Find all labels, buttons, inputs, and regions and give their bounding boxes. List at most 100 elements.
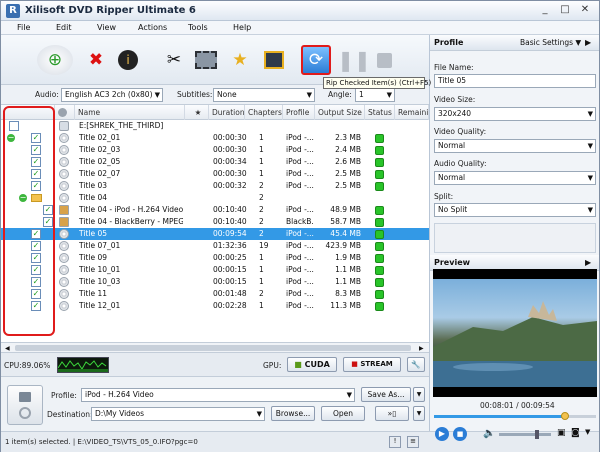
menu-actions[interactable]: Actions bbox=[138, 23, 167, 32]
status-ok-icon bbox=[375, 302, 384, 311]
save-as-dropdown[interactable]: ▼ bbox=[413, 387, 425, 402]
output-mode-dropdown[interactable]: ▼ bbox=[413, 406, 425, 421]
expand-panel-icon[interactable]: ▶ bbox=[585, 35, 591, 51]
play-button[interactable]: ▶ bbox=[435, 427, 449, 441]
pause-button[interactable]: ❚❚ bbox=[337, 45, 371, 75]
stop-button[interactable] bbox=[369, 45, 399, 75]
video-size-label: Video Size: bbox=[434, 95, 476, 104]
seek-handle[interactable] bbox=[561, 412, 569, 420]
audio-quality-select[interactable]: Normal ▼ bbox=[434, 171, 596, 185]
basic-settings-label: Basic Settings bbox=[520, 38, 574, 47]
wrench-icon: 🔧 bbox=[411, 360, 421, 369]
effects-button[interactable] bbox=[191, 45, 221, 75]
seek-bar[interactable] bbox=[434, 415, 596, 418]
table-row[interactable]: ✓ Title 09 00:00:25 1 iPod -... 1.9 MB bbox=[1, 252, 429, 264]
angle-select[interactable]: 1 ▼ bbox=[355, 88, 395, 102]
table-row[interactable]: ✓ Title 02_03 00:00:30 1 iPod -... 2.4 MB bbox=[1, 144, 429, 156]
subtitles-select[interactable]: None ▼ bbox=[213, 88, 315, 102]
row-profile: iPod -... bbox=[286, 145, 314, 154]
maximize-button[interactable]: □ bbox=[557, 4, 573, 17]
clip-button[interactable]: ✂ bbox=[159, 45, 189, 75]
table-row[interactable]: ✓ Title 02_05 00:00:34 1 iPod -... 2.6 MB bbox=[1, 156, 429, 168]
stop-preview-button[interactable]: ■ bbox=[453, 427, 467, 441]
browse-button[interactable]: Browse... bbox=[271, 406, 315, 421]
table-row[interactable]: ✓ Title 02_01 00:00:30 1 iPod -... 2.3 MB bbox=[1, 132, 429, 144]
table-row[interactable]: ✓ Title 12_01 00:02:28 1 iPod -... 11.3 MB bbox=[1, 300, 429, 312]
row-chapters: 1 bbox=[259, 301, 264, 310]
menu-edit[interactable]: Edit bbox=[56, 23, 72, 32]
table-row[interactable]: ✓Title 04 - BlackBerry - MPEG4 ...00:10:… bbox=[1, 216, 429, 228]
video-size-select[interactable]: 320x240 ▼ bbox=[434, 107, 596, 121]
horizontal-scrollbar[interactable]: ◀ ▶ bbox=[1, 343, 429, 353]
scroll-left-icon[interactable]: ◀ bbox=[5, 345, 10, 352]
table-row[interactable]: ✓ Title 10_01 00:00:15 1 iPod -... 1.1 MB bbox=[1, 264, 429, 276]
add-files-button[interactable]: ⊕ bbox=[37, 45, 73, 75]
profile-value: iPod - H.264 Video bbox=[85, 390, 154, 399]
rip-checked-button[interactable]: ⟳ bbox=[301, 45, 331, 75]
video-quality-select[interactable]: Normal ▼ bbox=[434, 139, 596, 153]
status-ok-icon bbox=[375, 146, 384, 155]
volume-slider[interactable] bbox=[499, 433, 551, 436]
header-profile[interactable]: Profile bbox=[283, 105, 315, 120]
row-output-size: 2.4 MB bbox=[335, 145, 361, 154]
gpu-settings-button[interactable]: 🔧 bbox=[407, 357, 425, 372]
profile-bar: Profile: iPod - H.264 Video ▼ Save As... … bbox=[1, 377, 429, 431]
volume-icon[interactable]: 🔈 bbox=[483, 428, 495, 439]
add-disc-icon: ⊕ bbox=[47, 50, 63, 70]
menu-view[interactable]: View bbox=[97, 23, 116, 32]
table-row[interactable]: ✓ Title 04 - iPod - H.264 Video 00:10:40 2 i… bbox=[1, 204, 429, 216]
info-button[interactable]: i bbox=[113, 45, 143, 75]
row-chapters: 1 bbox=[259, 265, 264, 274]
table-row[interactable]: ✓ Title 03 00:00:32 2 iPod -... 2.5 MB bbox=[1, 180, 429, 192]
close-button[interactable]: ✕ bbox=[577, 4, 593, 17]
split-select[interactable]: No Split ▼ bbox=[434, 203, 596, 217]
profile-select[interactable]: iPod - H.264 Video ▼ bbox=[81, 388, 355, 402]
chevron-down-icon: ▼ bbox=[154, 91, 160, 99]
destination-select[interactable]: D:\My Videos ▼ bbox=[91, 407, 265, 421]
disc-icon bbox=[59, 289, 69, 299]
basic-settings-dropdown[interactable]: Basic Settings ▼ bbox=[520, 35, 581, 51]
fullscreen-icon[interactable]: ▣ bbox=[557, 428, 566, 438]
snapshot-icon[interactable]: ◙ bbox=[571, 428, 580, 438]
table-row[interactable]: ✓ Title 07_01 01:32:36 19 iPod -... 423.9 MB bbox=[1, 240, 429, 252]
table-row[interactable]: ✓ Title 11 00:01:48 2 iPod -... 8.3 MB bbox=[1, 288, 429, 300]
ati-stream-badge[interactable]: ■ STREAM bbox=[343, 357, 401, 372]
status-info-icon[interactable]: ! bbox=[389, 436, 401, 448]
header-status[interactable]: Status bbox=[365, 105, 395, 120]
cuda-badge[interactable]: ■ CUDA bbox=[287, 357, 337, 372]
menu-help[interactable]: Help bbox=[233, 23, 251, 32]
table-row[interactable]: − Title 04 2 bbox=[1, 192, 429, 204]
root-row[interactable]: E:[SHREK_THE_THIRD] bbox=[1, 120, 429, 132]
header-star[interactable]: ★ bbox=[185, 105, 209, 120]
scroll-right-icon[interactable]: ▶ bbox=[419, 345, 424, 352]
audio-label: Audio: bbox=[35, 90, 59, 99]
open-button[interactable]: Open bbox=[321, 406, 365, 421]
save-as-button[interactable]: Save As... bbox=[361, 387, 411, 402]
minimize-button[interactable]: _ bbox=[537, 4, 553, 17]
disc-icon bbox=[59, 169, 69, 179]
header-chapters[interactable]: Chapters bbox=[245, 105, 283, 120]
disc-icon bbox=[59, 181, 69, 191]
header-output-size[interactable]: Output Size bbox=[315, 105, 365, 120]
row-output-size: 2.5 MB bbox=[335, 169, 361, 178]
table-row[interactable]: ✓ Title 05 00:09:54 2 iPod -... 45.4 MB bbox=[1, 228, 429, 240]
menu-tools[interactable]: Tools bbox=[188, 23, 208, 32]
header-remaining[interactable]: Remaining bbox=[395, 105, 429, 120]
remove-button[interactable]: ✖ bbox=[81, 45, 111, 75]
row-chapters: 1 bbox=[259, 169, 264, 178]
snapshot-dropdown-icon[interactable]: ▼ bbox=[585, 428, 590, 436]
menu-file[interactable]: File bbox=[17, 23, 30, 32]
watermark-button[interactable]: ★ bbox=[225, 45, 255, 75]
table-row[interactable]: ✓ Title 02_07 00:00:30 1 iPod -... 2.5 MB bbox=[1, 168, 429, 180]
table-row[interactable]: ✓ Title 10_03 00:00:15 1 iPod -... 1.1 MB bbox=[1, 276, 429, 288]
merge-button[interactable] bbox=[259, 45, 289, 75]
log-icon[interactable]: ≡ bbox=[407, 436, 419, 448]
scroll-thumb[interactable] bbox=[15, 345, 411, 351]
file-list: Name ★ Duration Chapters Profile Output … bbox=[1, 105, 429, 343]
file-name-input[interactable]: Title 05 bbox=[434, 74, 596, 88]
header-duration[interactable]: Duration bbox=[209, 105, 245, 120]
output-mode-button[interactable]: »▯ bbox=[375, 406, 409, 421]
volume-handle[interactable] bbox=[535, 430, 539, 439]
audio-select[interactable]: English AC3 2ch (0x80) ▼ bbox=[61, 88, 163, 102]
header-name[interactable]: Name bbox=[75, 105, 185, 120]
